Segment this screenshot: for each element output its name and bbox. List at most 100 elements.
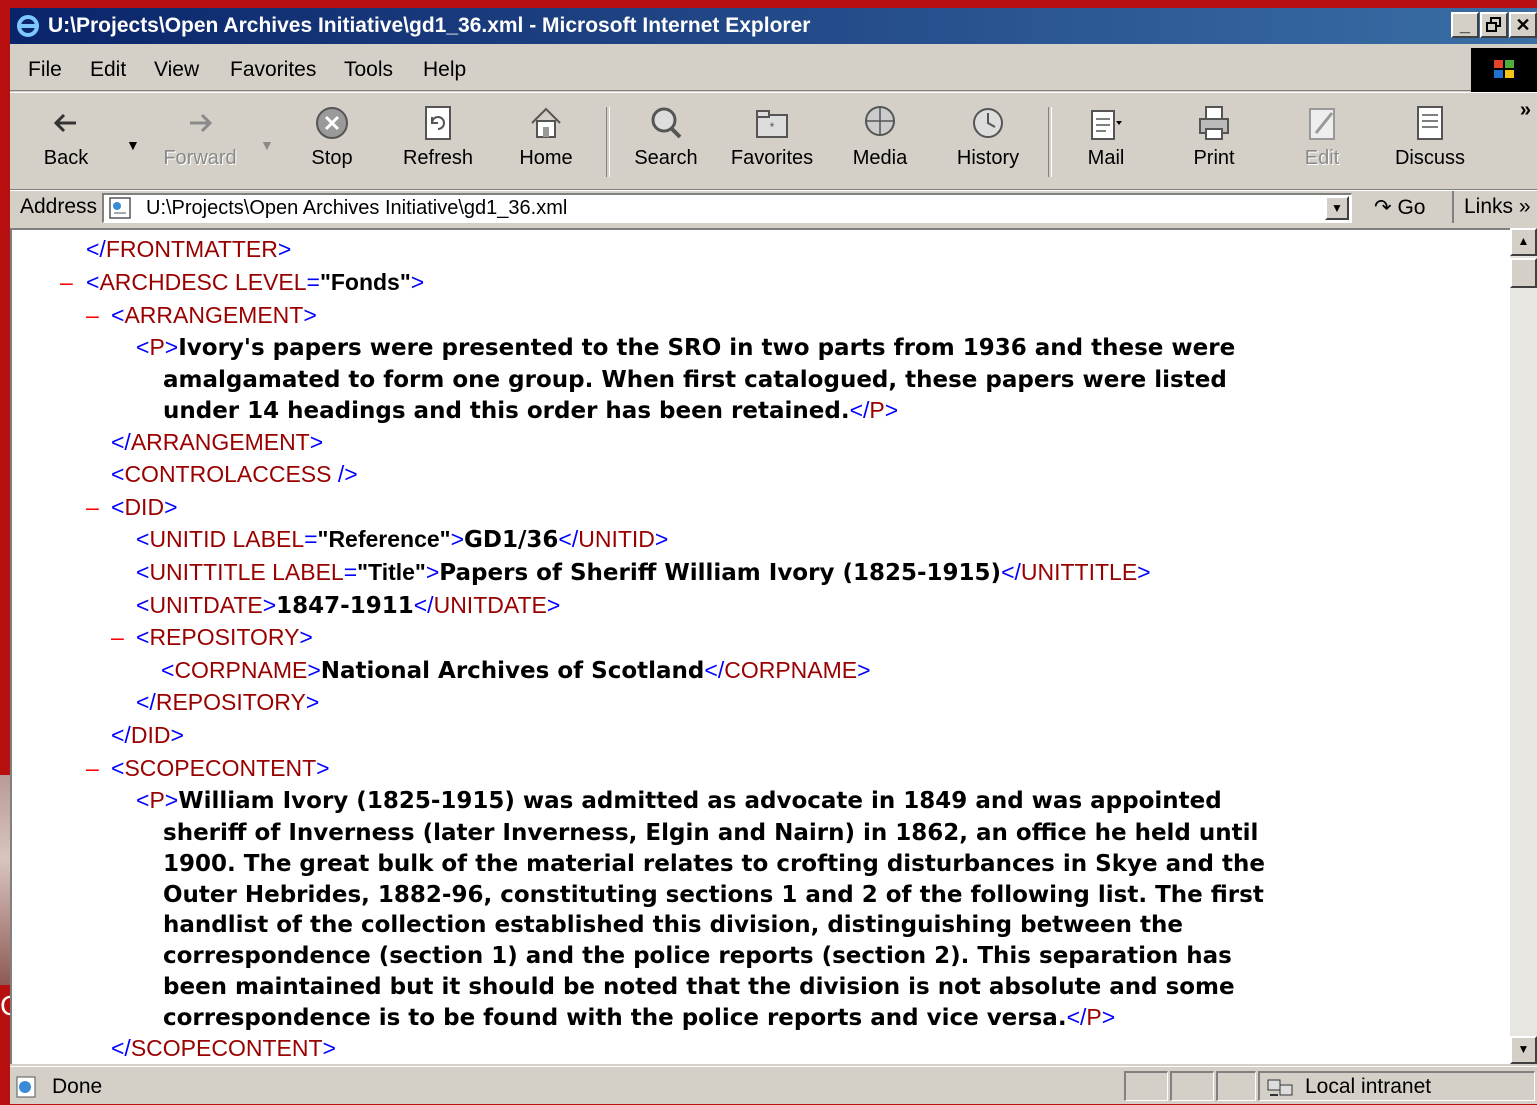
collapse-repository-toggle[interactable]: – — [111, 622, 124, 652]
go-label: Go — [1397, 196, 1426, 219]
xml-line-scope-p: <P>William Ivory (1825-1915) was admitte… — [136, 787, 1222, 814]
discuss-button[interactable]: Discuss — [1382, 103, 1478, 183]
search-label: Search — [634, 147, 698, 169]
maximize-button[interactable] — [1480, 12, 1508, 38]
mail-icon — [1091, 110, 1122, 140]
xml-text-line: under 14 headings and this order has bee… — [163, 397, 899, 424]
forward-button[interactable]: Forward — [152, 103, 248, 183]
edit-button[interactable]: Edit — [1274, 103, 1370, 183]
collapse-archdesc-toggle[interactable]: – — [60, 267, 73, 297]
media-label: Media — [852, 147, 908, 169]
local-intranet-icon — [1267, 1079, 1293, 1096]
go-arrow-icon: ↷ — [1374, 196, 1392, 219]
back-label: Back — [43, 147, 89, 169]
status-bar: Done Local intranet — [10, 1066, 1537, 1105]
toolbar-separator — [606, 107, 610, 177]
favorites-folder-icon: * — [756, 110, 788, 138]
page-done-icon — [16, 1076, 36, 1098]
home-button[interactable]: Home — [498, 103, 594, 183]
xml-text-line: Outer Hebrides, 1882-96, constituting se… — [163, 882, 1264, 908]
address-dropdown-button[interactable]: ▼ — [1325, 196, 1349, 220]
collapse-scopecontent-toggle[interactable]: – — [86, 753, 99, 783]
collapse-did-toggle[interactable]: – — [86, 492, 99, 522]
menu-favorites[interactable]: Favorites — [230, 58, 316, 82]
xml-line-arrangement-close: </ARRANGEMENT> — [111, 429, 324, 455]
mail-button[interactable]: Mail — [1058, 103, 1154, 183]
xml-text-line: 1900. The great bulk of the material rel… — [163, 851, 1265, 877]
title-bar[interactable]: U:\Projects\Open Archives Initiative\gd1… — [10, 8, 1537, 44]
restore-icon — [1486, 17, 1501, 32]
toolbar-separator — [1048, 107, 1052, 177]
xml-line-frontmatter-close: </FRONTMATTER> — [86, 236, 292, 262]
xml-line-arrangement: <ARRANGEMENT> — [111, 302, 317, 328]
refresh-icon — [425, 106, 451, 140]
xml-line-unitdate: <UNITDATE>1847-1911</UNITDATE> — [136, 592, 561, 619]
xml-text-line: correspondence is to be found with the p… — [163, 1004, 1116, 1031]
forward-arrow-icon — [190, 113, 213, 133]
status-text: Done — [52, 1075, 103, 1098]
discuss-icon — [1417, 106, 1443, 140]
print-label: Print — [1193, 147, 1235, 169]
zone-label: Local intranet — [1305, 1075, 1432, 1098]
collapse-arrangement-toggle[interactable]: – — [86, 300, 99, 330]
xml-text-line: correspondence (section 1) and the polic… — [163, 943, 1232, 969]
go-button[interactable]: ↷ Go — [1374, 195, 1425, 220]
stop-icon — [316, 107, 348, 139]
xml-line-did-close: </DID> — [111, 722, 184, 748]
menu-edit[interactable]: Edit — [90, 58, 126, 82]
stop-button[interactable]: Stop — [284, 103, 380, 183]
back-dropdown-icon[interactable]: ▼ — [126, 137, 140, 153]
xml-line-corpname: <CORPNAME>National Archives of Scotland<… — [161, 657, 871, 684]
xml-line-unitid: <UNITID LABEL="Reference">GD1/36</UNITID… — [136, 526, 669, 553]
favorites-button[interactable]: * Favorites — [724, 103, 820, 183]
svg-text:*: * — [770, 120, 775, 134]
xml-text-line: sheriff of Inverness (later Inverness, E… — [163, 820, 1259, 846]
xml-line-arrangement-p: <P>Ivory's papers were presented to the … — [136, 334, 1236, 361]
status-panel — [1124, 1071, 1168, 1101]
back-arrow-icon — [53, 113, 76, 133]
scroll-down-button[interactable]: ▼ — [1510, 1036, 1537, 1064]
xml-line-did: <DID> — [111, 494, 178, 520]
windows-flag-icon — [1494, 60, 1514, 78]
status-panel — [1170, 1071, 1214, 1101]
menu-tools[interactable]: Tools — [344, 58, 393, 82]
links-button[interactable]: Links » — [1452, 191, 1537, 223]
forward-dropdown-icon[interactable]: ▼ — [260, 137, 274, 153]
refresh-label: Refresh — [402, 147, 474, 169]
address-input[interactable]: U:\Projects\Open Archives Initiative\gd1… — [102, 193, 1352, 223]
scroll-up-button[interactable]: ▲ — [1510, 228, 1537, 256]
close-button[interactable]: ✕ — [1509, 12, 1537, 38]
xml-page-icon — [109, 197, 131, 219]
menu-help[interactable]: Help — [423, 58, 466, 82]
address-bar: Address U:\Projects\Open Archives Initia… — [10, 190, 1537, 227]
search-button[interactable]: Search — [618, 103, 714, 183]
media-button[interactable]: Media — [832, 103, 928, 183]
edit-page-icon — [1309, 108, 1335, 140]
history-clock-icon — [973, 108, 1003, 138]
address-label: Address — [20, 195, 98, 218]
xml-line-repository-close: </REPOSITORY> — [136, 689, 320, 715]
menu-file[interactable]: File — [28, 58, 62, 82]
menu-view[interactable]: View — [154, 58, 199, 82]
media-globe-icon — [865, 106, 895, 136]
stop-label: Stop — [311, 147, 353, 169]
back-button[interactable]: Back — [18, 103, 114, 183]
history-button[interactable]: History — [940, 103, 1036, 183]
xml-text-line: amalgamated to form one group. When firs… — [163, 367, 1227, 393]
address-url: U:\Projects\Open Archives Initiative\gd1… — [146, 197, 568, 219]
windows-throbber-icon — [1471, 48, 1537, 92]
minimize-button[interactable]: _ — [1451, 12, 1479, 38]
print-button[interactable]: Print — [1166, 103, 1262, 183]
home-icon — [531, 107, 561, 138]
history-label: History — [956, 147, 1020, 169]
vertical-scrollbar[interactable]: ▲ ▼ — [1510, 228, 1537, 1064]
xml-line-unittitle: <UNITTITLE LABEL="Title">Papers of Sheri… — [136, 559, 1151, 586]
scroll-thumb[interactable] — [1510, 258, 1537, 288]
printer-icon — [1199, 106, 1229, 140]
xml-line-scopecontent-close: </SCOPECONTENT> — [111, 1035, 336, 1061]
xml-content-pane: </FRONTMATTER> – <ARCHDESC LEVEL="Fonds"… — [10, 228, 1510, 1064]
xml-line-repository: <REPOSITORY> — [136, 624, 313, 650]
toolbar-overflow-chevron[interactable]: » — [1520, 99, 1531, 122]
refresh-button[interactable]: Refresh — [390, 103, 486, 183]
search-icon — [651, 107, 682, 139]
